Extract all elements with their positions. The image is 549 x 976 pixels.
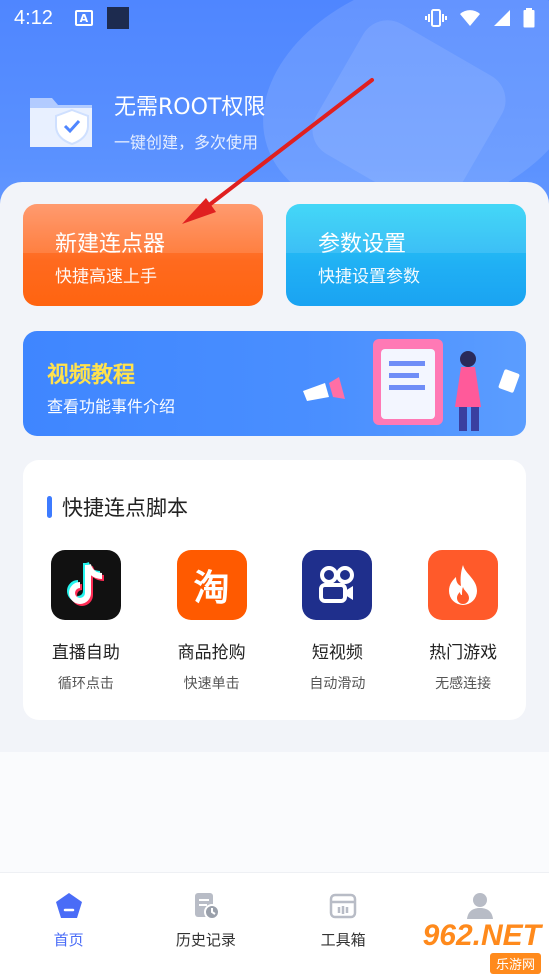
status-time: 4:12 [14, 6, 53, 29]
param-settings-subtitle: 快捷设置参数 [318, 267, 420, 287]
site-watermark: 962.NET 乐游网 [423, 919, 541, 974]
new-clicker-title: 新建连点器 [55, 232, 166, 257]
tab-history[interactable]: 历史记录 [137, 873, 274, 976]
status-bar: 4:12 A [0, 0, 549, 36]
video-tutorial-card[interactable]: 视频教程 查看功能事件介绍 [23, 331, 526, 436]
app-desc: 自动滑动 [309, 676, 366, 692]
history-icon [194, 893, 220, 920]
tutorial-illustration [303, 339, 520, 431]
app-desc: 无感连接 [435, 676, 492, 692]
home-pentagon-icon [55, 893, 82, 918]
quick-scripts-panel: 快捷连点脚本 直播自助 循环点击 淘 商品抢购 快速单击 短视频 自动滑动 热门… [23, 460, 526, 720]
tab-toolbox[interactable]: 工具箱 [275, 873, 412, 976]
new-clicker-card[interactable]: 新建连点器 快捷高速上手 [23, 204, 263, 306]
app-header: 无需ROOT权限 一键创建，多次使用 [28, 88, 265, 154]
new-clicker-subtitle: 快捷高速上手 [55, 267, 157, 287]
app-hot-games[interactable]: 热门游戏 无感连接 [400, 550, 526, 693]
flame-icon [428, 550, 499, 620]
tab-label: 历史记录 [175, 931, 236, 949]
app-short-video[interactable]: 短视频 自动滑动 [275, 550, 401, 693]
app-live-assist[interactable]: 直播自助 循环点击 [23, 550, 149, 693]
header-subtitle: 一键创建，多次使用 [114, 133, 259, 152]
watermark-sub: 乐游网 [489, 953, 541, 974]
signal-icon [494, 10, 510, 26]
app-name: 商品抢购 [177, 643, 246, 663]
video-tutorial-title: 视频教程 [47, 363, 136, 388]
tab-home[interactable]: 首页 [0, 873, 137, 976]
quick-scripts-title: 快捷连点脚本 [62, 496, 188, 520]
toolbox-icon [329, 893, 357, 919]
header-title: 无需ROOT权限 [114, 95, 266, 120]
folder-shield-icon [28, 88, 94, 154]
profile-icon [467, 893, 494, 919]
app-name: 短视频 [311, 643, 363, 663]
watermark-brand: 962.NET [422, 919, 541, 952]
app-flash-buy[interactable]: 淘 商品抢购 快速单击 [149, 550, 275, 693]
notification-square-icon [106, 7, 129, 29]
app-name: 直播自助 [51, 643, 120, 663]
kuaishou-icon [302, 550, 373, 620]
empty-content-area [0, 752, 549, 872]
param-settings-card[interactable]: 参数设置 快捷设置参数 [286, 204, 526, 306]
wifi-icon [460, 10, 480, 26]
video-tutorial-subtitle: 查看功能事件介绍 [47, 397, 176, 416]
tab-label: 首页 [53, 931, 84, 949]
tiktok-icon [50, 550, 121, 620]
app-desc: 循环点击 [57, 676, 114, 692]
tab-label: 工具箱 [320, 931, 366, 949]
notification-a-icon: A [74, 10, 93, 26]
quick-scripts-header: 快捷连点脚本 [47, 492, 188, 522]
app-desc: 快速单击 [183, 676, 240, 692]
vibrate-icon [425, 9, 447, 27]
param-settings-title: 参数设置 [318, 232, 407, 257]
app-name: 热门游戏 [429, 643, 498, 663]
taobao-icon: 淘 [176, 550, 247, 620]
section-accent-bar [47, 496, 52, 518]
battery-icon [523, 8, 535, 28]
